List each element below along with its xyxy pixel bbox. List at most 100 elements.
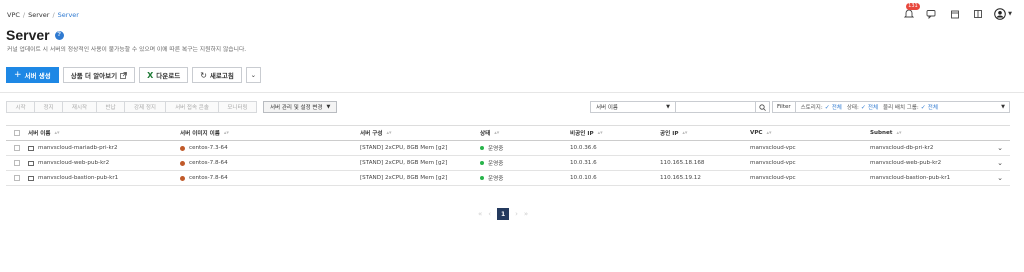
user-menu[interactable]: ▼ bbox=[994, 7, 1012, 20]
console-button[interactable]: 서버 접속 콘솔 bbox=[165, 101, 219, 113]
panel-icon[interactable] bbox=[971, 7, 984, 20]
chat-icon[interactable] bbox=[925, 7, 938, 20]
expand-row-icon[interactable]: ⌄ bbox=[990, 144, 1010, 152]
force-stop-button[interactable]: 강제 정지 bbox=[124, 101, 166, 113]
filter-placement[interactable]: 물리 배치 그룹: ✓ 전체 bbox=[878, 103, 938, 112]
chevron-down-icon: ▼ bbox=[1008, 10, 1012, 17]
first-page-icon[interactable]: « bbox=[478, 210, 482, 218]
search-button[interactable] bbox=[756, 101, 770, 113]
sort-icon: ▴▾ bbox=[766, 130, 772, 136]
filter-status-value: 전체 bbox=[867, 105, 879, 111]
create-server-button[interactable]: + 서버 생성 bbox=[6, 67, 59, 83]
breadcrumb-server[interactable]: Server bbox=[28, 11, 49, 19]
prev-page-icon[interactable]: ‹ bbox=[488, 210, 491, 218]
breadcrumb: VPC / Server / Server bbox=[7, 11, 79, 19]
server-toolbar: 시작 정지 재시작 반납 강제 정지 서버 접속 콘솔 모니터링 서버 관리 및… bbox=[6, 101, 338, 113]
spec-cell: [STAND] 2xCPU, 8GB Mem [g2] bbox=[360, 175, 448, 181]
select-all-checkbox[interactable] bbox=[14, 130, 20, 136]
column-header[interactable]: 서버 이름 ▴▾ bbox=[28, 129, 180, 137]
spec-cell: [STAND] 2xCPU, 8GB Mem [g2] bbox=[360, 145, 448, 151]
more-actions-button[interactable]: ⌄ bbox=[245, 67, 261, 83]
refresh-button[interactable]: ↻ 새로고침 bbox=[192, 67, 242, 83]
restart-button[interactable]: 재시작 bbox=[62, 101, 97, 113]
table-row[interactable]: manvscloud-web-pub-kr2 centos-7.8-64 [ST… bbox=[6, 156, 1010, 171]
filter-label: Filter bbox=[773, 102, 796, 112]
start-button[interactable]: 시작 bbox=[6, 101, 35, 113]
monitoring-button[interactable]: 모니터링 bbox=[218, 101, 257, 113]
download-button[interactable]: X 다운로드 bbox=[139, 67, 189, 83]
row-checkbox[interactable] bbox=[14, 145, 20, 151]
server-name: manvscloud-web-pub-kr2 bbox=[38, 160, 110, 166]
filter-storage-label: 스토리지: bbox=[800, 105, 823, 111]
table-row[interactable]: manvscloud-bastion-pub-kr1 centos-7.8-64… bbox=[6, 171, 1010, 186]
next-page-icon[interactable]: › bbox=[515, 210, 518, 218]
notification-bell-icon[interactable]: 131 bbox=[902, 3, 920, 20]
expand-row-icon[interactable]: ⌄ bbox=[990, 174, 1010, 182]
column-header[interactable]: 서버 구성 ▴▾ bbox=[360, 129, 480, 137]
breadcrumb-vpc[interactable]: VPC bbox=[7, 11, 20, 19]
column-header[interactable]: VPC ▴▾ bbox=[750, 130, 870, 136]
filter-status[interactable]: 상태: ✓ 전체 bbox=[842, 103, 879, 112]
check-icon: ✓ bbox=[824, 103, 830, 111]
column-header[interactable]: 비공인 IP ▴▾ bbox=[570, 129, 660, 137]
status-cell: 운영중 bbox=[480, 159, 570, 167]
subnet-cell: manvscloud-bastion-pub-kr1 bbox=[870, 175, 951, 181]
search-field-select[interactable]: 서버 이름 ▼ bbox=[590, 101, 676, 113]
server-manage-dropdown[interactable]: 서버 관리 및 설정 변경 ▼ bbox=[263, 101, 338, 113]
column-header[interactable]: 서버 이미지 이름 ▴▾ bbox=[180, 129, 360, 137]
table-row[interactable]: manvscloud-mariadb-pri-kr2 centos-7.3-64… bbox=[6, 141, 1010, 156]
server-name-cell: manvscloud-mariadb-pri-kr2 bbox=[28, 145, 180, 151]
search-input[interactable] bbox=[676, 101, 756, 113]
private-ip-cell: 10.0.31.6 bbox=[570, 160, 597, 166]
server-table: 서버 이름 ▴▾ 서버 이미지 이름 ▴▾ 서버 구성 ▴▾ 상태 ▴▾ 비공인 IP ▴… bbox=[6, 125, 1010, 186]
filter-storage-value: 전체 bbox=[831, 105, 842, 111]
filter-storage[interactable]: 스토리지: ✓ 전체 bbox=[796, 103, 842, 112]
action-bar: + 서버 생성 상품 더 알아보기 X 다운로드 ↻ 새로고침 ⌄ bbox=[6, 67, 261, 83]
column-header[interactable]: 공인 IP ▴▾ bbox=[660, 129, 750, 137]
table-header: 서버 이름 ▴▾ 서버 이미지 이름 ▴▾ 서버 구성 ▴▾ 상태 ▴▾ 비공인 IP ▴… bbox=[6, 126, 1010, 141]
status-cell: 운영중 bbox=[480, 144, 570, 152]
column-header-label: 공인 IP bbox=[660, 131, 679, 137]
row-select-cell bbox=[6, 175, 28, 181]
row-checkbox[interactable] bbox=[14, 160, 20, 166]
learn-more-button[interactable]: 상품 더 알아보기 bbox=[62, 67, 136, 83]
page-title-text: Server bbox=[6, 27, 50, 43]
private-ip-cell: 10.0.10.6 bbox=[570, 175, 597, 181]
image-name: centos-7.8-64 bbox=[189, 160, 228, 166]
image-cell: centos-7.3-64 bbox=[180, 145, 360, 151]
column-header[interactable]: 상태 ▴▾ bbox=[480, 129, 570, 137]
plus-icon: + bbox=[14, 70, 22, 80]
calendar-icon[interactable] bbox=[948, 7, 961, 20]
server-icon bbox=[28, 145, 34, 151]
image-cell: centos-7.8-64 bbox=[180, 160, 360, 166]
last-page-icon[interactable]: » bbox=[524, 210, 528, 218]
caret-down-icon: ▼ bbox=[666, 104, 670, 110]
external-link-icon bbox=[120, 71, 127, 79]
status-cell: 운영중 bbox=[480, 174, 570, 182]
caret-down-icon[interactable]: ▼ bbox=[1001, 104, 1009, 110]
filter-placement-value: 전체 bbox=[927, 105, 938, 111]
column-header[interactable]: Subnet ▴▾ bbox=[870, 130, 990, 136]
caret-down-icon: ▼ bbox=[326, 104, 331, 110]
stop-button[interactable]: 정지 bbox=[34, 101, 63, 113]
image-name: centos-7.3-64 bbox=[189, 145, 228, 151]
breadcrumb-separator: / bbox=[52, 11, 55, 19]
row-select-cell bbox=[6, 145, 28, 151]
spec-cell: [STAND] 2xCPU, 8GB Mem [g2] bbox=[360, 160, 448, 166]
row-checkbox[interactable] bbox=[14, 175, 20, 181]
filter-bar[interactable]: Filter 스토리지: ✓ 전체 상태: ✓ 전체 물리 배치 그룹: ✓ 전… bbox=[772, 101, 1010, 113]
vpc-cell: manvscloud-vpc bbox=[750, 175, 796, 181]
chevron-down-icon: ⌄ bbox=[250, 71, 257, 79]
page-current[interactable]: 1 bbox=[497, 208, 510, 220]
sort-icon: ▴▾ bbox=[386, 130, 392, 136]
private-ip-cell: 10.0.36.6 bbox=[570, 145, 597, 151]
return-button[interactable]: 반납 bbox=[96, 101, 125, 113]
help-icon[interactable]: ? bbox=[54, 30, 64, 40]
excel-icon: X bbox=[147, 70, 154, 80]
divider bbox=[0, 92, 1024, 93]
page-title: Server ? bbox=[6, 27, 64, 43]
sort-icon: ▴▾ bbox=[597, 130, 603, 136]
refresh-label: 새로고침 bbox=[209, 72, 234, 80]
expand-row-icon[interactable]: ⌄ bbox=[990, 159, 1010, 167]
status-dot-icon bbox=[480, 161, 484, 165]
